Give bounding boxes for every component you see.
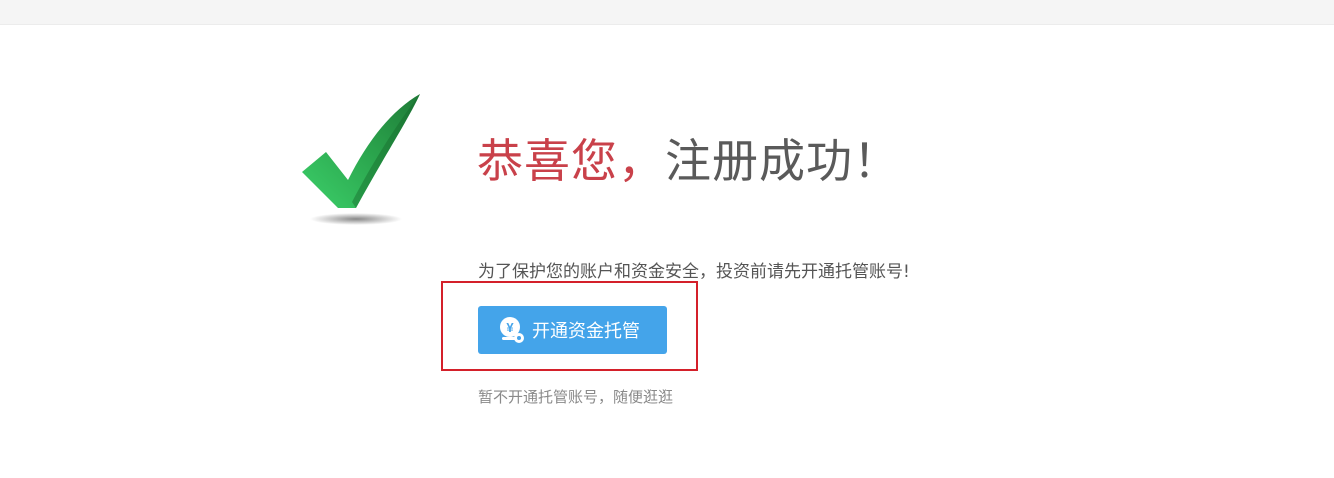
open-fund-custody-label: 开通资金托管 [532, 321, 640, 342]
skip-custody-link[interactable]: 暂不开通托管账号，随便逛逛 [478, 387, 673, 407]
open-fund-custody-button[interactable]: ¥ 开通资金托管 [478, 306, 667, 354]
top-header-strip [0, 0, 1334, 25]
success-title-highlight: 恭喜您， [477, 134, 665, 188]
yuan-gear-icon: ¥ [498, 315, 526, 345]
svg-text:¥: ¥ [506, 320, 514, 335]
checkmark-icon [296, 90, 428, 230]
success-title: 恭喜您，注册成功！ [477, 130, 900, 192]
success-title-rest: 注册成功！ [665, 134, 900, 188]
